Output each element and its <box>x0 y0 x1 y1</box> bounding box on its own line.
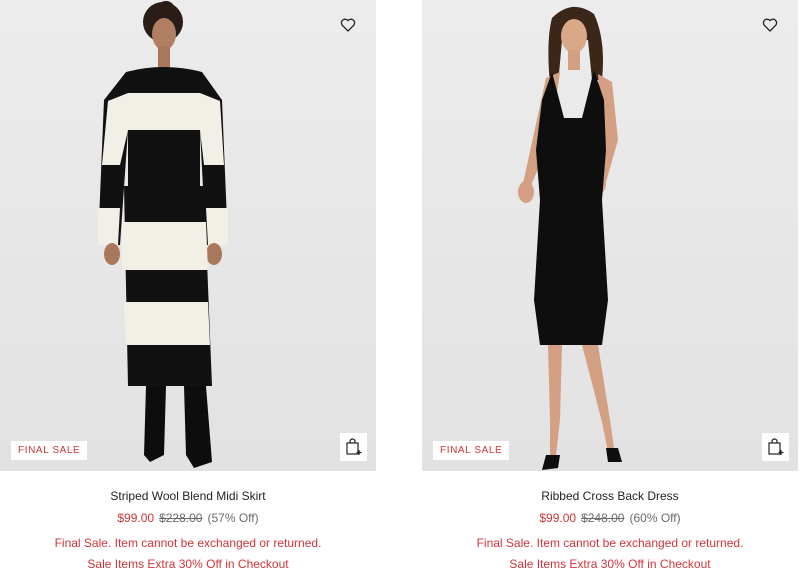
model-black-dress-illustration <box>518 6 622 470</box>
heart-icon <box>340 18 356 32</box>
final-sale-note: Final Sale. Item cannot be exchanged or … <box>476 536 744 550</box>
original-price: $248.00 <box>581 511 625 525</box>
product-image[interactable]: FINAL SALE <box>0 0 376 471</box>
wishlist-button[interactable] <box>340 17 356 33</box>
price-row: $99.00 $248.00 (60% Off) <box>422 511 798 525</box>
product-title[interactable]: Striped Wool Blend Midi Skirt <box>0 489 376 503</box>
promo-note: Sale Items Extra 30% Off in Checkout <box>87 557 289 571</box>
product-card[interactable]: FINAL SALE Striped Wool Blend Midi Skirt… <box>0 0 376 571</box>
final-sale-badge: FINAL SALE <box>433 441 510 460</box>
model-striped-outfit-illustration <box>98 1 228 468</box>
product-card[interactable]: FINAL SALE Ribbed Cross Back Dress $99.0… <box>422 0 798 571</box>
original-price: $228.00 <box>159 511 203 525</box>
final-sale-note: Final Sale. Item cannot be exchanged or … <box>54 536 322 550</box>
heart-icon <box>762 18 778 32</box>
promo-note: Sale Items Extra 30% Off in Checkout <box>509 557 711 571</box>
product-image[interactable]: FINAL SALE <box>422 0 798 471</box>
sale-price: $99.00 <box>539 511 577 525</box>
discount-percent: (60% Off) <box>629 511 681 525</box>
quick-add-button[interactable] <box>340 433 367 461</box>
product-title[interactable]: Ribbed Cross Back Dress <box>422 489 798 503</box>
shopping-bag-plus-icon <box>767 438 783 455</box>
price-row: $99.00 $228.00 (57% Off) <box>0 511 376 525</box>
wishlist-button[interactable] <box>762 17 778 33</box>
discount-percent: (57% Off) <box>207 511 259 525</box>
shopping-bag-plus-icon <box>345 438 361 455</box>
final-sale-badge: FINAL SALE <box>11 441 88 460</box>
quick-add-button[interactable] <box>762 433 789 461</box>
sale-price: $99.00 <box>117 511 155 525</box>
